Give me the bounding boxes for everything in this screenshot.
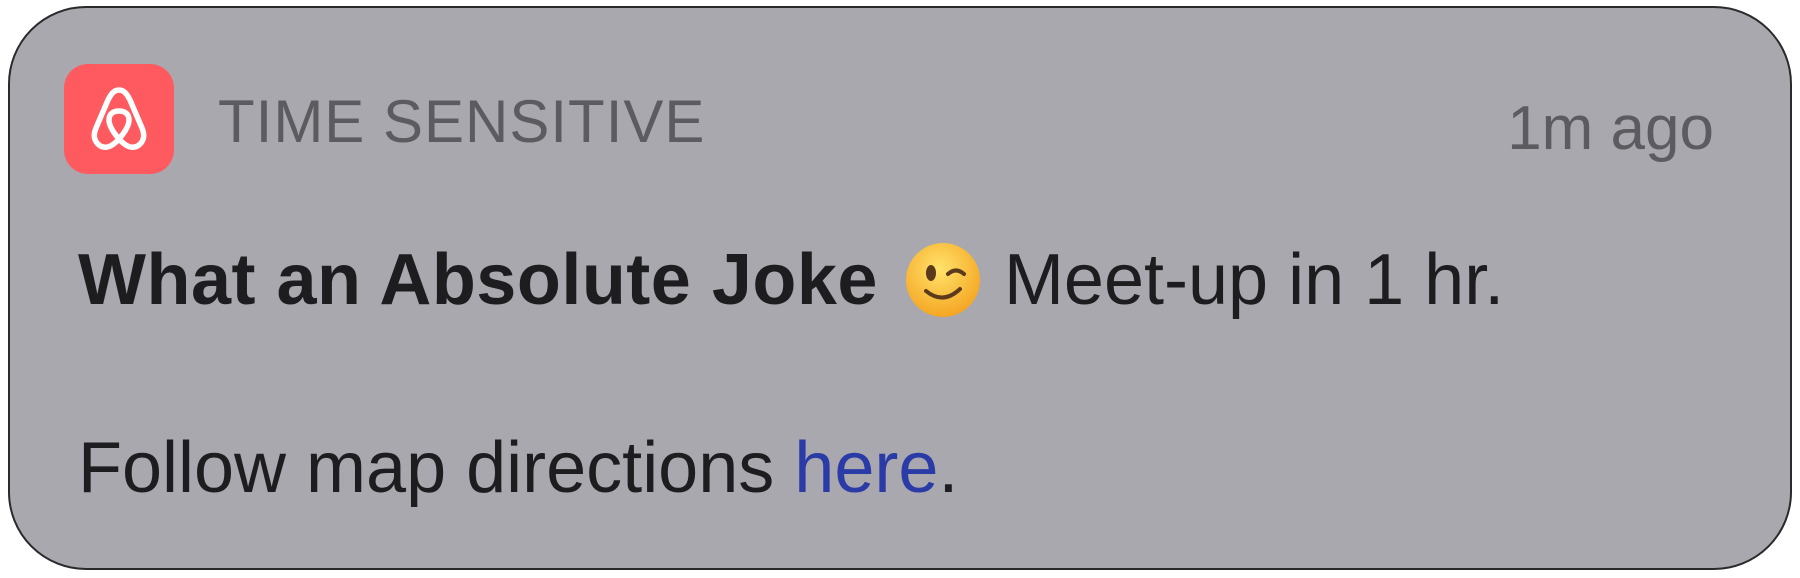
airbnb-app-icon xyxy=(64,64,174,174)
notification-card[interactable]: TIME SENSITIVE 1m ago What an Absolute J… xyxy=(8,6,1792,570)
directions-link[interactable]: here xyxy=(794,428,938,508)
body-suffix: . xyxy=(938,428,959,508)
winking-face-emoji-icon xyxy=(904,241,982,319)
category-label: TIME SENSITIVE xyxy=(218,88,706,155)
timestamp: 1m ago xyxy=(1507,94,1714,163)
notification-title: What an Absolute Joke xyxy=(78,240,878,320)
body-text: Follow map directions xyxy=(78,428,795,508)
notification-headline: What an Absolute Joke Meet-up in 1 hr. xyxy=(78,240,1504,320)
airbnb-logo-icon xyxy=(91,87,147,150)
notification-body: Follow map directions here. xyxy=(78,428,958,508)
notification-message: Meet-up in 1 hr. xyxy=(1003,240,1505,320)
